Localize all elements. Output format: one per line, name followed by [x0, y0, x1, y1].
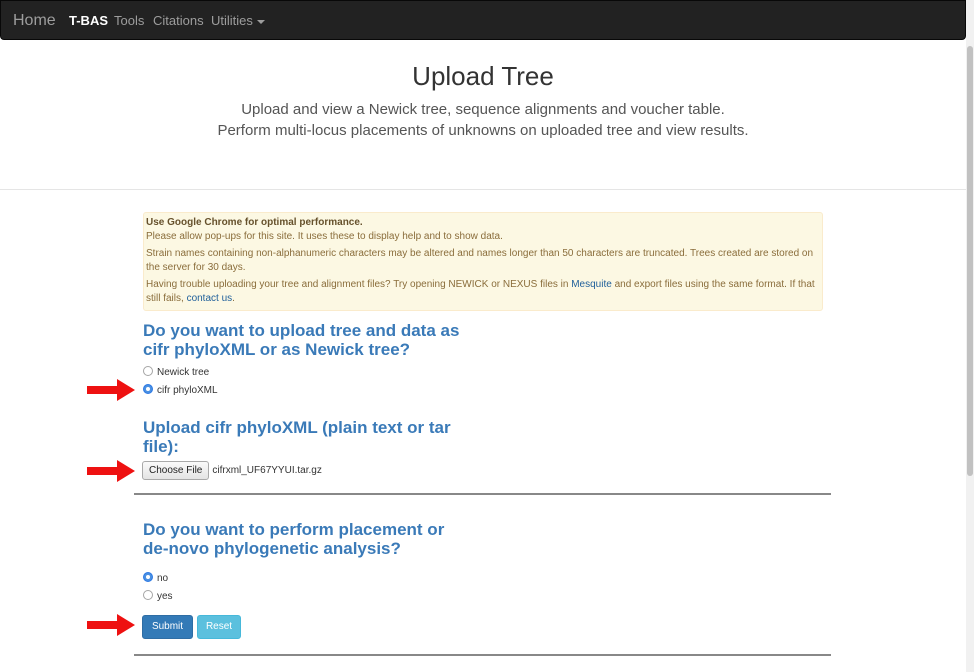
radio-yes[interactable]: yes [143, 590, 173, 604]
section-divider [134, 654, 831, 656]
radio-unchecked-icon[interactable] [143, 366, 153, 377]
upload-file-question: Upload cifr phyloXML (plain text or tar f… [143, 418, 451, 456]
nav-item-citations[interactable]: Citations [153, 1, 204, 41]
alert-popups-text: Please allow pop-ups for this site. It u… [146, 231, 503, 242]
page-subtitle-line1: Upload and view a Newick tree, sequence … [241, 101, 725, 118]
navbar: Home T-BAS Tools Citations Utilities [0, 0, 966, 40]
radio-checked-icon[interactable] [143, 572, 153, 583]
alert-strain-text: Strain names containing non-alphanumeric… [146, 248, 814, 273]
nav-item-tools[interactable]: Tools [114, 1, 144, 41]
alert-trouble-text: Having trouble uploading your tree and a… [146, 279, 815, 304]
radio-label: yes [157, 591, 173, 602]
radio-unchecked-icon[interactable] [143, 590, 153, 601]
radio-label: no [157, 573, 169, 584]
page-scrollbar[interactable] [966, 0, 974, 672]
nav-item-tbas[interactable]: T-BAS [69, 1, 108, 41]
scrollbar-thumb[interactable] [967, 46, 973, 476]
choose-file-button[interactable]: Choose File [142, 461, 210, 480]
alert-title: Use Google Chrome for optimal performanc… [146, 217, 363, 228]
warning-alert: Use Google Chrome for optimal performanc… [143, 212, 823, 311]
file-input[interactable]: Choose File cifrxml_UF67YYUI.tar.gz [142, 461, 322, 481]
nav-item-utilities[interactable]: Utilities [211, 1, 265, 41]
radio-label: Newick tree [157, 367, 210, 378]
radio-cifr-phyloxml[interactable]: cifr phyloXML [143, 384, 218, 398]
radio-newick-tree[interactable]: Newick tree [143, 366, 209, 380]
red-arrow-icon [87, 460, 135, 482]
submit-button[interactable]: Submit [142, 615, 193, 639]
red-arrow-icon [87, 614, 135, 636]
reset-button[interactable]: Reset [197, 615, 241, 639]
mesquite-link[interactable]: Mesquite [571, 279, 612, 290]
radio-no[interactable]: no [143, 572, 168, 586]
red-arrow-icon [87, 379, 135, 401]
section-divider [134, 493, 831, 495]
page-subtitle-line2: Perform multi-locus placements of unknow… [217, 122, 749, 139]
nav-home-link[interactable]: Home [13, 1, 56, 41]
nav-item-utilities-label: Utilities [211, 13, 253, 28]
radio-checked-icon[interactable] [143, 384, 153, 395]
caret-down-icon [256, 19, 265, 24]
page-header: Upload Tree Upload and view a Newick tre… [0, 40, 966, 190]
contact-us-link[interactable]: contact us [187, 293, 233, 304]
page-title: Upload Tree [412, 61, 554, 91]
radio-label: cifr phyloXML [157, 385, 218, 396]
upload-format-question: Do you want to upload tree and data as ci… [143, 321, 460, 359]
analysis-question: Do you want to perform placement or de-no… [143, 520, 445, 558]
selected-file-name: cifrxml_UF67YYUI.tar.gz [212, 465, 322, 476]
